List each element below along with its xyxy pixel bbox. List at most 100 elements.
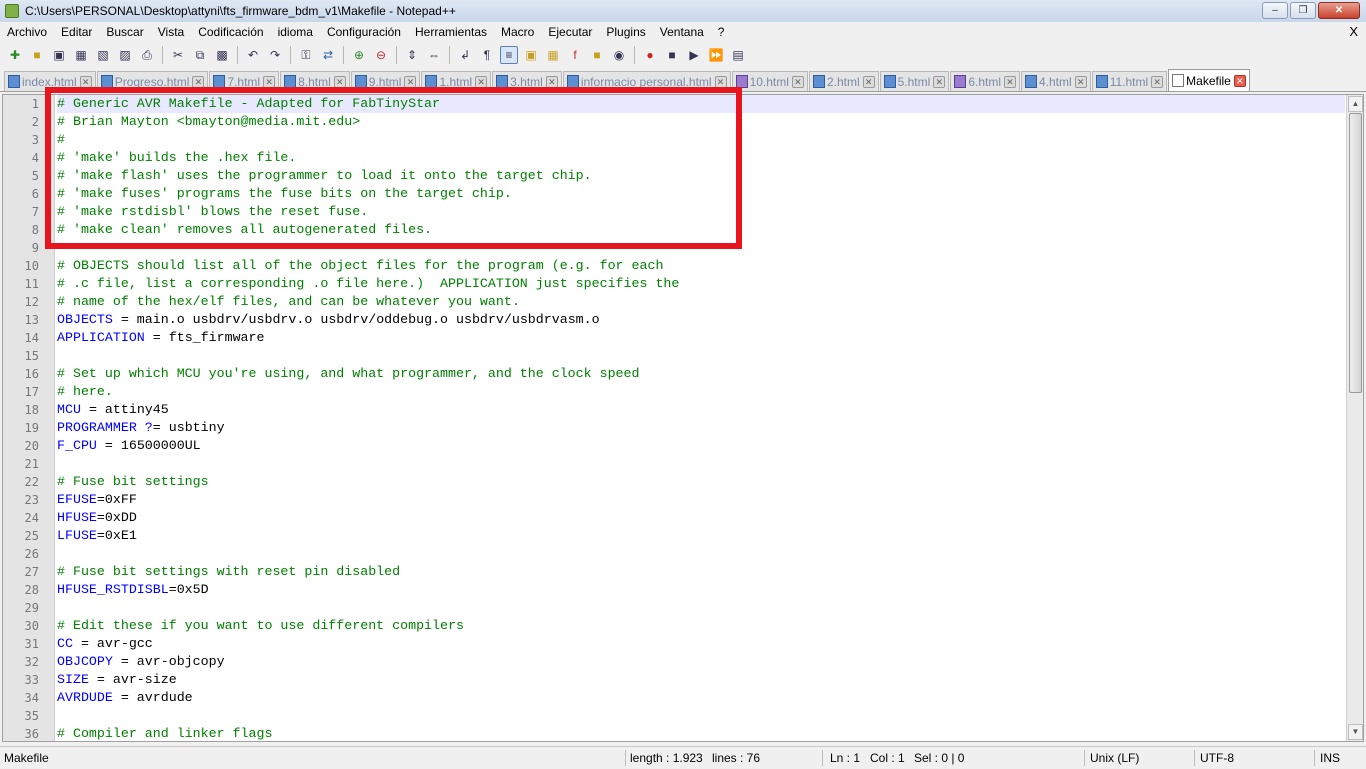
maximize-button[interactable]: ❐ [1290, 2, 1316, 19]
tab-close-icon[interactable]: ✕ [1004, 75, 1016, 88]
print-icon[interactable]: ⎙ [138, 46, 156, 64]
save-macro-icon[interactable]: ▤ [729, 46, 747, 64]
vertical-scrollbar[interactable]: ▲ ▼ [1346, 95, 1363, 741]
monitor-icon[interactable]: ◉ [610, 46, 628, 64]
menu-vista[interactable]: Vista [151, 25, 191, 39]
find-icon[interactable]: ⚿ [297, 46, 315, 64]
tab-close-icon[interactable]: ✕ [1074, 75, 1087, 88]
record-macro-icon[interactable]: ● [641, 46, 659, 64]
tab-close-icon[interactable]: ✕ [862, 75, 875, 88]
tab-informacio-personal-html[interactable]: informacio personal.html ✕ [562, 71, 731, 91]
tab-close-icon[interactable]: ✕ [263, 75, 276, 88]
menu-archivo[interactable]: Archivo [0, 25, 54, 39]
code-line[interactable]: HFUSE_RSTDISBL=0x5D [57, 581, 1345, 599]
code-line[interactable] [57, 599, 1345, 617]
sync-vertical-icon[interactable]: ⇕ [403, 46, 421, 64]
code-line[interactable]: # 'make flash' uses the programmer to lo… [57, 167, 1345, 185]
zoom-in-icon[interactable]: ⊕ [350, 46, 368, 64]
code-line[interactable]: # Fuse bit settings [57, 473, 1345, 491]
tab-10-html[interactable]: 10.html ✕ [731, 71, 808, 91]
undo-icon[interactable]: ↶ [244, 46, 262, 64]
tab-6-html[interactable]: 6.html ✕ [950, 71, 1020, 91]
tab-progreso-html[interactable]: Progreso.html ✕ [96, 71, 209, 91]
tab-7-html[interactable]: 7.html ✕ [209, 71, 280, 91]
copy-icon[interactable]: ⧉ [191, 46, 209, 64]
code-line[interactable]: F_CPU = 16500000UL [57, 437, 1345, 455]
play-macro-icon[interactable]: ▶ [685, 46, 703, 64]
tab-5-html[interactable]: 5.html ✕ [879, 71, 950, 91]
code-line[interactable]: # Edit these if you want to use differen… [57, 617, 1345, 635]
doc-map-icon[interactable]: ▦ [544, 46, 562, 64]
code-line[interactable]: MCU = attiny45 [57, 401, 1345, 419]
code-line[interactable]: # [57, 131, 1345, 149]
tab-close-icon[interactable]: ✕ [475, 75, 488, 88]
code-line[interactable]: # Brian Mayton <bmayton@media.mit.edu> [57, 113, 1345, 131]
menu-configuracion[interactable]: Configuración [320, 25, 408, 39]
tab-3-html[interactable]: 3.html ✕ [492, 71, 562, 91]
word-wrap-icon[interactable]: ↲ [456, 46, 474, 64]
scroll-up-icon[interactable]: ▲ [1348, 96, 1363, 112]
code-line[interactable]: OBJECTS = main.o usbdrv/usbdrv.o usbdrv/… [57, 311, 1345, 329]
paste-icon[interactable]: ▩ [213, 46, 231, 64]
code-line[interactable]: CC = avr-gcc [57, 635, 1345, 653]
code-line[interactable]: # here. [57, 383, 1345, 401]
folder-icon[interactable]: ■ [588, 46, 606, 64]
menu-editar[interactable]: Editar [54, 25, 99, 39]
tab-close-icon[interactable]: ✕ [714, 75, 727, 88]
tab-2-html[interactable]: 2.html ✕ [808, 71, 879, 91]
tab-close-icon[interactable]: ✕ [933, 75, 946, 88]
code-line[interactable]: AVRDUDE = avrdude [57, 689, 1345, 707]
sync-horizontal-icon[interactable]: ⇔ [425, 46, 443, 64]
tab-index-html[interactable]: index.html ✕ [4, 71, 96, 91]
code-line[interactable] [57, 545, 1345, 563]
replace-icon[interactable]: ⇄ [319, 46, 337, 64]
tab-close-icon[interactable]: ✕ [333, 75, 346, 88]
cut-icon[interactable]: ✂ [169, 46, 187, 64]
new-file-icon[interactable]: ✚ [6, 46, 24, 64]
tab-8-html[interactable]: 8.html ✕ [280, 71, 350, 91]
code-line[interactable]: # 'make' builds the .hex file. [57, 149, 1345, 167]
code-line[interactable]: EFUSE=0xFF [57, 491, 1345, 509]
tab-1-html[interactable]: 1.html ✕ [421, 71, 492, 91]
tab-4-html[interactable]: 4.html ✕ [1021, 71, 1091, 91]
menu-herramientas[interactable]: Herramientas [408, 25, 494, 39]
menu-macro[interactable]: Macro [494, 25, 541, 39]
code-line[interactable]: # name of the hex/elf files, and can be … [57, 293, 1345, 311]
indent-guide-icon[interactable]: ≡ [500, 46, 518, 64]
menu-plugins[interactable]: Plugins [599, 25, 652, 39]
code-line[interactable]: SIZE = avr-size [57, 671, 1345, 689]
code-line[interactable]: # Fuse bit settings with reset pin disab… [57, 563, 1345, 581]
code-line[interactable]: # Generic AVR Makefile - Adapted for Fab… [57, 95, 1345, 113]
save-icon[interactable]: ▣ [50, 46, 68, 64]
code-line[interactable]: PROGRAMMER ?= usbtiny [57, 419, 1345, 437]
menu-buscar[interactable]: Buscar [99, 25, 150, 39]
menu-help[interactable]: ? [711, 25, 732, 39]
function-list-icon[interactable]: f [566, 46, 584, 64]
scroll-down-icon[interactable]: ▼ [1348, 724, 1363, 740]
scroll-thumb[interactable] [1349, 113, 1362, 393]
code-line[interactable]: # 'make clean' removes all autogenerated… [57, 221, 1345, 239]
tab-9-html[interactable]: 9.html ✕ [350, 71, 421, 91]
code-line[interactable]: # 'make rstdisbl' blows the reset fuse. [57, 203, 1345, 221]
save-all-icon[interactable]: ▦ [72, 46, 90, 64]
tab-close-icon[interactable]: ✕ [545, 75, 558, 88]
code-line[interactable]: # 'make fuses' programs the fuse bits on… [57, 185, 1345, 203]
tab-close-icon[interactable]: ✕ [1233, 74, 1246, 87]
redo-icon[interactable]: ↷ [266, 46, 284, 64]
editor-pane[interactable]: 1 2 3 4 5 6 7 8 9 10 11 12 13 14 15 16 17 18 19 20 21 22 23 24 2… [2, 94, 1364, 742]
tab-close-icon[interactable]: ✕ [192, 75, 205, 88]
close-all-icon[interactable]: ▨ [116, 46, 134, 64]
code-line[interactable]: # OBJECTS should list all of the object … [57, 257, 1345, 275]
user-lang-icon[interactable]: ▣ [522, 46, 540, 64]
code-line[interactable]: # Set up which MCU you're using, and wha… [57, 365, 1345, 383]
code-line[interactable]: HFUSE=0xDD [57, 509, 1345, 527]
code-line[interactable]: # .c file, list a corresponding .o file … [57, 275, 1345, 293]
code-line[interactable] [57, 239, 1345, 257]
code-area[interactable]: # Generic AVR Makefile - Adapted for Fab… [55, 95, 1345, 741]
menu-ejecutar[interactable]: Ejecutar [541, 25, 599, 39]
minimize-button[interactable]: – [1262, 2, 1288, 19]
show-all-chars-icon[interactable]: ¶ [478, 46, 496, 64]
code-line[interactable]: APPLICATION = fts_firmware [57, 329, 1345, 347]
menu-ventana[interactable]: Ventana [653, 25, 711, 39]
tab-makefile[interactable]: Makefile ✕ [1168, 69, 1250, 91]
